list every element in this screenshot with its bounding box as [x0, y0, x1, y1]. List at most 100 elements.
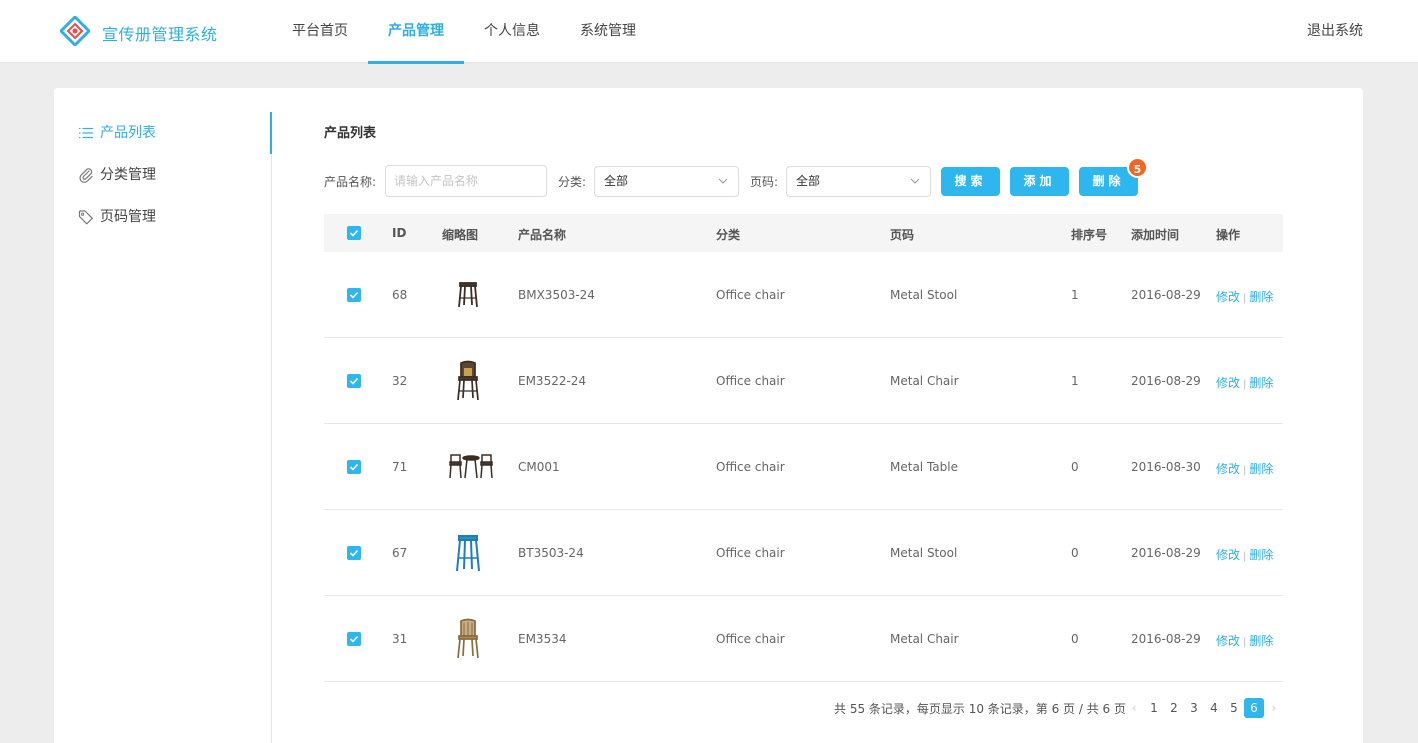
main-card: 产品列表 分类管理 页码管理 产品列表 产品名称: 分类: 全部 — [54, 88, 1363, 743]
chevron-down-icon — [910, 178, 920, 184]
edit-link[interactable]: 修改 — [1216, 548, 1240, 562]
category-select[interactable]: 全部 — [594, 166, 739, 197]
column-header-date: 添加时间 — [1131, 228, 1180, 242]
edit-link[interactable]: 修改 — [1216, 376, 1240, 390]
table-row: 71 CM001 Office chair Metal Table 0 2016… — [324, 424, 1283, 510]
category-select-value: 全部 — [604, 174, 629, 188]
delete-link[interactable]: 删除 — [1249, 462, 1273, 476]
delete-link[interactable]: 删除 — [1249, 290, 1273, 304]
select-all-checkbox[interactable] — [347, 226, 361, 240]
page-select[interactable]: 全部 — [786, 166, 931, 197]
high-back-chair-thumbnail — [457, 360, 479, 401]
cell-date: 2016-08-29 — [1131, 632, 1201, 646]
add-button[interactable]: 添加 — [1010, 167, 1069, 196]
table-row: 67 BT3503-24 Office chair Metal Stool 0 … — [324, 510, 1283, 596]
cell-date: 2016-08-29 — [1131, 288, 1201, 302]
page-button[interactable]: 2 — [1164, 698, 1184, 718]
row-checkbox[interactable] — [347, 546, 361, 560]
cell-id: 71 — [392, 460, 408, 474]
row-actions: 修改 | 删除 — [1216, 546, 1273, 563]
next-page-button[interactable]: › — [1264, 698, 1284, 718]
page-button[interactable]: 4 — [1204, 698, 1224, 718]
chevron-down-icon — [718, 178, 728, 184]
main-nav: 平台首页 产品管理 个人信息 系统管理 — [272, 0, 656, 64]
cell-category: Office chair — [716, 288, 785, 302]
cell-date: 2016-08-29 — [1131, 546, 1201, 560]
search-button[interactable]: 搜索 — [941, 167, 1000, 196]
blue-stool-thumbnail — [456, 535, 480, 572]
page-title: 产品列表 — [324, 126, 377, 141]
delete-link[interactable]: 删除 — [1249, 548, 1273, 562]
sidebar-item-product-list[interactable]: 产品列表 — [54, 112, 272, 154]
cell-name: CM001 — [518, 460, 560, 474]
edit-link[interactable]: 修改 — [1216, 462, 1240, 476]
page-button[interactable]: 3 — [1184, 698, 1204, 718]
check-icon — [349, 635, 359, 643]
sidebar: 产品列表 分类管理 页码管理 — [54, 112, 272, 743]
cell-name: EM3522-24 — [518, 374, 587, 388]
separator: | — [1243, 379, 1247, 390]
nav-item-profile[interactable]: 个人信息 — [464, 0, 560, 63]
table-row: 32 EM3522-24 Office chair Metal Chair 1 … — [324, 338, 1283, 424]
sidebar-item-categories[interactable]: 分类管理 — [54, 154, 271, 196]
row-checkbox[interactable] — [347, 460, 361, 474]
row-actions: 修改 | 删除 — [1216, 460, 1273, 477]
cell-sort: 0 — [1071, 546, 1079, 560]
column-header-ops: 操作 — [1216, 228, 1241, 242]
table-row: 31 EM3534 Office chair Metal Chair 0 201… — [324, 596, 1283, 682]
page-button[interactable]: 1 — [1144, 698, 1164, 718]
page-button[interactable]: 5 — [1224, 698, 1244, 718]
cell-sort: 0 — [1071, 460, 1079, 474]
column-header-page: 页码 — [890, 228, 915, 242]
separator: | — [1243, 293, 1247, 304]
product-table: ID 缩略图 产品名称 分类 页码 排序号 添加时间 操作 68 BMX3503… — [324, 214, 1283, 682]
cell-category: Office chair — [716, 374, 785, 388]
row-checkbox[interactable] — [347, 632, 361, 646]
prev-page-button[interactable]: ‹ — [1124, 698, 1144, 718]
table-row: 68 BMX3503-24 Office chair Metal Stool 1… — [324, 252, 1283, 338]
chair-thumbnail — [457, 618, 479, 659]
cell-name: EM3534 — [518, 632, 567, 646]
product-name-label: 产品名称: — [324, 175, 377, 189]
row-checkbox[interactable] — [347, 374, 361, 388]
cell-name: BT3503-24 — [518, 546, 584, 560]
cell-category: Office chair — [716, 546, 785, 560]
cell-id: 67 — [392, 546, 408, 560]
pagination: 共 55 条记录，每页显示 10 条记录，第 6 页 / 共 6 页 ‹ 1 2… — [324, 698, 1283, 718]
edit-link[interactable]: 修改 — [1216, 290, 1240, 304]
cell-id: 68 — [392, 288, 408, 302]
cell-page: Metal Stool — [890, 288, 958, 302]
filter-bar: 产品名称: 分类: 全部 页码: 全部 搜索 添加 删除 5 — [324, 157, 1284, 197]
edit-link[interactable]: 修改 — [1216, 634, 1240, 648]
cell-sort: 0 — [1071, 632, 1079, 646]
table-set-thumbnail — [449, 454, 493, 479]
delete-link[interactable]: 删除 — [1249, 376, 1273, 390]
logout-link[interactable]: 退出系统 — [1307, 0, 1363, 63]
nav-item-home[interactable]: 平台首页 — [272, 0, 368, 63]
page-select-value: 全部 — [796, 174, 821, 188]
bar-stool-thumbnail — [458, 282, 478, 308]
delete-link[interactable]: 删除 — [1249, 634, 1273, 648]
cell-page: Metal Table — [890, 460, 958, 474]
cell-sort: 1 — [1071, 374, 1079, 388]
sidebar-item-pages[interactable]: 页码管理 — [54, 196, 271, 238]
delete-count-badge: 5 — [1127, 157, 1148, 178]
cell-name: BMX3503-24 — [518, 288, 595, 302]
list-icon — [79, 127, 93, 139]
check-icon — [349, 549, 359, 557]
check-icon — [349, 229, 359, 237]
cell-id: 32 — [392, 374, 408, 388]
sidebar-item-label: 分类管理 — [100, 167, 156, 183]
page-button-current[interactable]: 6 — [1244, 698, 1264, 718]
category-label: 分类: — [558, 175, 587, 189]
check-icon — [349, 463, 359, 471]
product-name-input[interactable] — [385, 165, 547, 197]
nav-item-products[interactable]: 产品管理 — [368, 0, 464, 64]
column-header-id: ID — [392, 226, 407, 240]
row-actions: 修改 | 删除 — [1216, 374, 1273, 391]
row-actions: 修改 | 删除 — [1216, 632, 1273, 649]
row-checkbox[interactable] — [347, 288, 361, 302]
nav-item-system[interactable]: 系统管理 — [560, 0, 656, 63]
cell-page: Metal Chair — [890, 632, 959, 646]
cell-page: Metal Chair — [890, 374, 959, 388]
